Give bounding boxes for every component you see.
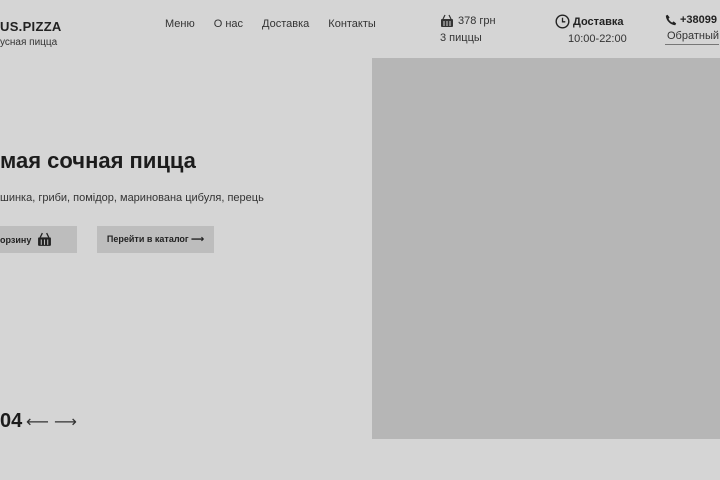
phone-icon [665, 14, 677, 26]
cart-total: 378 грн [458, 15, 496, 27]
logo-tagline: усная пицца [0, 37, 58, 48]
cart-count: 3 пиццы [440, 32, 482, 44]
logo-name[interactable]: US.PIZZA [0, 19, 62, 34]
add-to-cart-label: орзину [0, 234, 32, 245]
callback-link[interactable]: Обратный [665, 30, 720, 45]
next-slide-arrow[interactable]: ⟶ [54, 415, 77, 431]
basket-icon [37, 232, 52, 247]
prev-slide-arrow[interactable]: ⟵ [26, 415, 49, 431]
phone-number[interactable]: +38099 [680, 14, 717, 26]
contact-info: +38099 Обратный [665, 14, 720, 45]
add-to-cart-button[interactable]: орзину [0, 226, 77, 253]
go-to-catalog-label: Перейти в каталог ⟶ [106, 234, 205, 244]
nav-item-delivery[interactable]: Доставка [262, 18, 309, 30]
header-cart[interactable]: 378 грн 3 пиццы [440, 14, 496, 44]
nav-item-menu[interactable]: Меню [165, 18, 195, 30]
basket-icon [440, 14, 454, 28]
nav-item-about[interactable]: О нас [214, 18, 243, 30]
nav-item-contacts[interactable]: Контакты [328, 18, 376, 30]
hero-ingredients: шинка, гриби, помідор, маринована цибуля… [0, 192, 264, 204]
hero-title: мая сочная пицца [0, 148, 196, 173]
clock-icon [555, 14, 570, 29]
go-to-catalog-button[interactable]: Перейти в каталог ⟶ [97, 226, 214, 253]
slide-number: 04 [0, 410, 23, 432]
delivery-label: Доставка [573, 15, 624, 28]
hero-image-placeholder [372, 58, 720, 439]
delivery-hours: 10:00-22:00 [568, 33, 627, 45]
main-nav: Меню О нас Доставка Контакты [165, 18, 376, 30]
delivery-info: Доставка 10:00-22:00 [555, 14, 627, 45]
